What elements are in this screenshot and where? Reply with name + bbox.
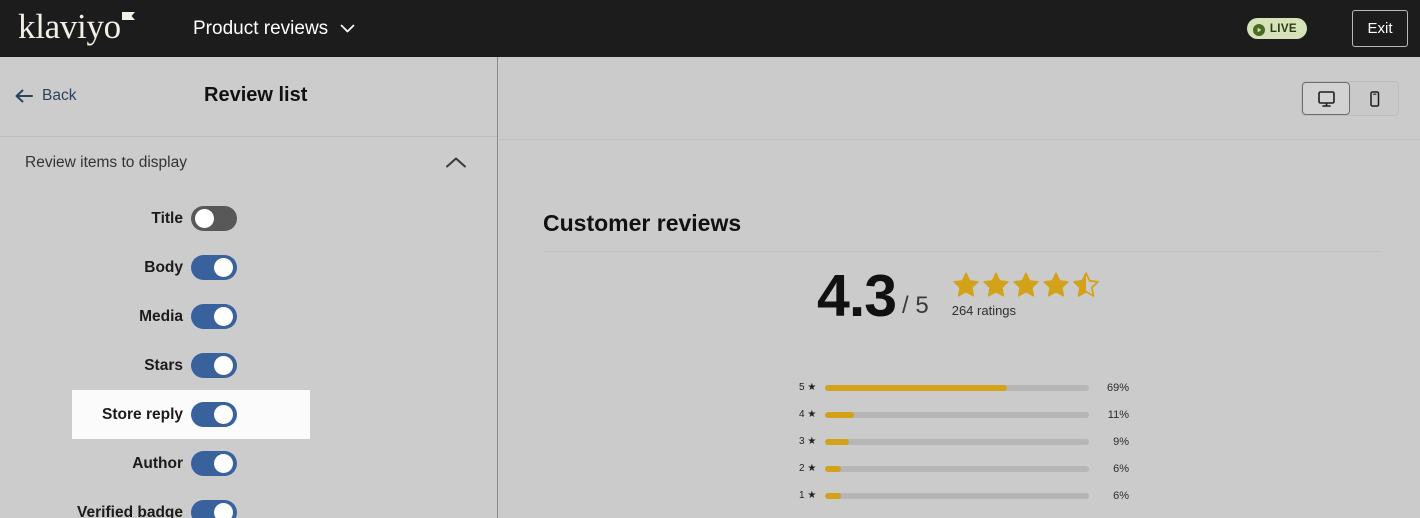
rating-bar-label: 2 ★ [799, 463, 817, 474]
mobile-view-button[interactable] [1350, 82, 1398, 115]
rating-bar-row: 1 ★ 6% [799, 482, 1129, 509]
toggle-label: Verified badge [77, 503, 183, 518]
mobile-icon [1365, 90, 1384, 108]
rating-bar-percent: 9% [1113, 435, 1129, 448]
device-toggle-group [1301, 81, 1399, 116]
toggle-label: Author [132, 454, 183, 472]
rating-denominator: / 5 [902, 292, 929, 319]
rating-bar-fill [824, 438, 849, 445]
rating-bar-row: 4 ★ 11% [799, 401, 1129, 428]
arrow-left-icon [14, 88, 33, 104]
chevron-up-icon[interactable] [443, 155, 469, 171]
rating-bar-percent: 6% [1113, 462, 1129, 475]
rating-bar-row: 5 ★ 69% [799, 374, 1129, 401]
desktop-icon [1317, 90, 1336, 108]
toggle-row-title[interactable]: Title [0, 194, 497, 243]
toggle-row-author[interactable]: Author [0, 439, 497, 488]
toggle-knob [214, 405, 233, 424]
star-rating-icons [952, 271, 1100, 299]
star-icon-half [1072, 271, 1100, 299]
klaviyo-logo[interactable]: klaviyo [18, 9, 136, 44]
toggle-row-verified-badge[interactable]: Verified badge [0, 488, 497, 518]
rating-bar-row: 2 ★ 6% [799, 455, 1129, 482]
sidebar-header: Back Review list [0, 57, 497, 137]
rating-bar-track [824, 411, 1090, 418]
chevron-down-icon [339, 20, 356, 37]
toggle-switch[interactable] [191, 206, 237, 231]
average-rating-value: 4.3 [817, 263, 897, 329]
star-icon-full [952, 271, 980, 299]
product-reviews-menu[interactable]: Product reviews [193, 0, 356, 57]
section-label: Review items to display [25, 154, 187, 171]
heading-divider [543, 251, 1380, 252]
toggle-row-media[interactable]: Media [0, 292, 497, 341]
rating-distribution-chart: 5 ★ 69% 4 ★ 11% 3 ★ 9% 2 ★ 6% 1 ★ 6% [799, 374, 1129, 509]
rating-bar-row: 3 ★ 9% [799, 428, 1129, 455]
review-items-toggle-list: Title Body Media Stars Store reply Author Veri… [0, 189, 497, 518]
rating-bar-fill [824, 465, 841, 472]
star-icon-full [1012, 271, 1040, 299]
toggle-row-store-reply[interactable]: Store reply [0, 390, 497, 439]
page-title: Review list [204, 84, 308, 106]
toggle-knob [214, 307, 233, 326]
star-icon-full [1042, 271, 1070, 299]
desktop-view-button[interactable] [1302, 82, 1350, 115]
rating-summary: 4.3 / 5 264 ratings [817, 263, 1100, 329]
toggle-switch[interactable] [191, 451, 237, 476]
back-button[interactable]: Back [14, 87, 76, 105]
toggle-switch[interactable] [191, 255, 237, 280]
nav-title: Product reviews [193, 17, 329, 39]
rating-bar-label: 3 ★ [799, 436, 817, 447]
toggle-label: Media [139, 307, 183, 325]
rating-bar-percent: 11% [1107, 408, 1129, 421]
toggle-knob [214, 503, 233, 518]
toggle-switch[interactable] [191, 402, 237, 427]
preview-panel: Customer reviews 4.3 / 5 264 ratings 5 ★… [499, 57, 1420, 518]
toggle-label: Title [151, 209, 183, 227]
rating-bar-track [824, 465, 1090, 472]
live-label: LIVE [1269, 22, 1297, 35]
rating-bar-track [824, 438, 1090, 445]
toggle-knob [195, 209, 214, 228]
logo-wordmark: klaviyo [18, 7, 121, 46]
toggle-label: Stars [144, 356, 183, 374]
rating-bar-percent: 69% [1106, 381, 1129, 394]
rating-bar-percent: 6% [1113, 489, 1129, 502]
rating-bar-track [824, 492, 1090, 499]
sidebar-panel: Back Review list Review items to display… [0, 57, 498, 518]
exit-button[interactable]: Exit [1352, 10, 1408, 47]
back-label: Back [42, 87, 77, 104]
play-circle-icon [1252, 23, 1265, 36]
toggle-row-body[interactable]: Body [0, 243, 497, 292]
rating-bar-fill [824, 492, 841, 499]
toggle-label: Store reply [102, 405, 183, 423]
klaviyo-flag-icon [121, 12, 136, 25]
toggle-switch[interactable] [191, 304, 237, 329]
rating-bar-label: 4 ★ [799, 409, 817, 420]
rating-stars-block: 264 ratings [952, 271, 1100, 318]
toggle-switch[interactable] [191, 353, 237, 378]
toggle-switch[interactable] [191, 500, 237, 518]
rating-bar-label: 1 ★ [799, 490, 817, 501]
toggle-knob [214, 356, 233, 375]
toggle-knob [214, 454, 233, 473]
app-root: klaviyo Product reviews LIVE Exit Back R… [0, 0, 1420, 518]
live-status-badge: LIVE [1246, 18, 1307, 39]
preview-toolbar [499, 57, 1420, 140]
star-icon-full [982, 271, 1010, 299]
ratings-count-label: 264 ratings [951, 303, 1017, 318]
top-bar: klaviyo Product reviews LIVE Exit [0, 0, 1420, 57]
toggle-knob [214, 258, 233, 277]
toggle-row-stars[interactable]: Stars [0, 341, 497, 390]
rating-bar-track [824, 384, 1090, 391]
rating-bar-fill [824, 411, 854, 418]
toggle-label: Body [144, 258, 183, 276]
rating-bar-fill [824, 384, 1008, 391]
review-items-section-header[interactable]: Review items to display [0, 137, 497, 189]
rating-bar-label: 5 ★ [799, 382, 817, 393]
customer-reviews-heading: Customer reviews [543, 210, 742, 236]
